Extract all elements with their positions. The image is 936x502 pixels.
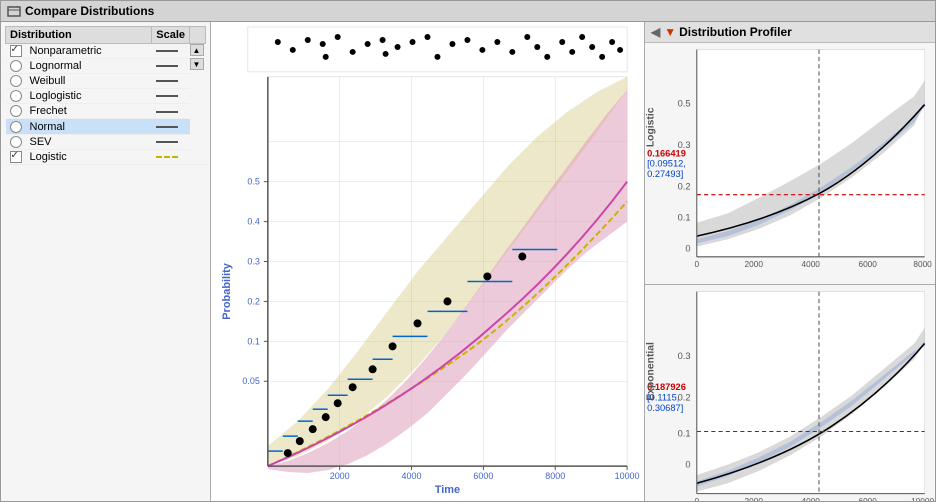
dist-radio-frechet[interactable]: [10, 105, 22, 117]
col-distribution: Distribution: [6, 27, 152, 44]
main-window: Compare Distributions Distribution Scale…: [0, 0, 936, 502]
dist-name-5: Normal: [26, 119, 152, 134]
collapse-icon[interactable]: ◀: [651, 25, 660, 39]
right-panel: ◀ ▼ Distribution Profiler: [645, 22, 935, 501]
scroll-down-button[interactable]: ▼: [190, 58, 204, 70]
dist-radio-normal[interactable]: [10, 121, 22, 133]
profiler-bottom-chart: 0.3 0.2 0.1 0 0 2000 4000 6000 10000: [645, 285, 935, 501]
profiler-header: ◀ ▼ Distribution Profiler: [645, 22, 935, 43]
svg-text:8000: 8000: [545, 471, 565, 481]
svg-text:10000: 10000: [615, 471, 640, 481]
svg-text:0.1: 0.1: [678, 213, 691, 223]
dist-scrollbar[interactable]: ▲▼: [190, 44, 206, 165]
profiler-content: 0.5 0.3 0.2 0.1 0 0 2000 4000 6000 8000: [645, 43, 935, 501]
dist-check-cell-6[interactable]: [6, 134, 26, 149]
dist-name-2: Weibull: [26, 74, 152, 89]
svg-text:0.4: 0.4: [247, 217, 259, 227]
center-panel: Probability: [211, 22, 645, 501]
dist-line-5: [152, 119, 190, 134]
svg-text:Time: Time: [435, 484, 460, 496]
svg-text:8000: 8000: [913, 260, 932, 269]
dropdown-icon[interactable]: ▼: [664, 25, 676, 39]
svg-text:6000: 6000: [858, 497, 877, 501]
logistic-profiler-svg: 0.5 0.3 0.2 0.1 0 0 2000 4000 6000 8000: [645, 43, 935, 284]
svg-text:2000: 2000: [330, 471, 350, 481]
svg-text:0.5: 0.5: [678, 99, 691, 109]
svg-text:0.1: 0.1: [247, 336, 259, 346]
profiler-top-chart: 0.5 0.3 0.2 0.1 0 0 2000 4000 6000 8000: [645, 43, 935, 285]
dist-radio-lognormal[interactable]: [10, 60, 22, 72]
scroll-up-button[interactable]: ▲: [190, 44, 204, 56]
left-panel: Distribution Scale Nonparametric▲▼Lognor…: [1, 22, 211, 501]
dist-check-cell-1[interactable]: [6, 59, 26, 74]
dist-line-2: [152, 74, 190, 89]
svg-text:4000: 4000: [802, 497, 821, 501]
svg-text:Exponential: Exponential: [645, 342, 656, 401]
dist-radio-weibull[interactable]: [10, 75, 22, 87]
svg-text:[0.09512,: [0.09512,: [647, 159, 686, 169]
dist-radio-loglogistic[interactable]: [10, 90, 22, 102]
dist-check-cell-4[interactable]: [6, 104, 26, 119]
distribution-table: Distribution Scale Nonparametric▲▼Lognor…: [5, 26, 206, 165]
dist-line-0: [152, 44, 190, 59]
svg-text:6000: 6000: [473, 471, 493, 481]
svg-text:0.05: 0.05: [242, 376, 259, 386]
dist-check-cell-5[interactable]: [6, 119, 26, 134]
title-icon: [7, 4, 21, 18]
dist-name-6: SEV: [26, 134, 152, 149]
svg-text:2000: 2000: [745, 260, 764, 269]
title-bar: Compare Distributions: [1, 1, 935, 22]
exponential-profiler-svg: 0.3 0.2 0.1 0 0 2000 4000 6000 10000: [645, 285, 935, 501]
dist-check-cell-3[interactable]: [6, 89, 26, 104]
dist-check-cell-7[interactable]: [6, 149, 26, 164]
window-title: Compare Distributions: [25, 4, 154, 18]
col-scale: Scale: [152, 27, 190, 44]
dist-name-7: Logistic: [26, 149, 152, 164]
svg-text:0: 0: [685, 460, 690, 470]
dist-name-1: Lognormal: [26, 59, 152, 74]
svg-text:10000: 10000: [911, 497, 934, 501]
dist-check-cell-0[interactable]: [6, 44, 26, 59]
dist-name-4: Frechet: [26, 104, 152, 119]
svg-text:0.2: 0.2: [247, 296, 259, 306]
svg-text:0.2: 0.2: [678, 181, 691, 191]
svg-text:Logistic: Logistic: [645, 107, 656, 147]
svg-text:0.5: 0.5: [247, 177, 259, 187]
dist-line-7: [152, 149, 190, 164]
dist-name-3: Loglogistic: [26, 89, 152, 104]
svg-text:0.3: 0.3: [247, 256, 259, 266]
svg-text:0.1: 0.1: [678, 429, 691, 439]
dist-checkbox-nonparametric[interactable]: [10, 45, 22, 57]
svg-text:4000: 4000: [402, 471, 422, 481]
dist-name-0: Nonparametric: [26, 44, 152, 59]
dist-checkbox-logistic[interactable]: [10, 151, 22, 163]
svg-text:Probability: Probability: [221, 262, 233, 320]
dist-check-cell-2[interactable]: [6, 74, 26, 89]
main-chart: Probability: [211, 22, 644, 501]
dist-line-4: [152, 104, 190, 119]
svg-text:2000: 2000: [745, 497, 764, 501]
svg-text:0.3: 0.3: [678, 351, 691, 361]
dist-line-6: [152, 134, 190, 149]
svg-text:6000: 6000: [858, 260, 877, 269]
svg-text:0.2: 0.2: [678, 393, 691, 403]
profiler-title: Distribution Profiler: [679, 25, 792, 39]
dist-line-1: [152, 59, 190, 74]
svg-text:0: 0: [685, 244, 690, 254]
svg-text:0.166419: 0.166419: [647, 148, 686, 158]
svg-text:0.30687]: 0.30687]: [647, 403, 683, 413]
svg-text:0: 0: [694, 497, 699, 501]
dist-radio-sev[interactable]: [10, 136, 22, 148]
svg-text:0: 0: [694, 260, 699, 269]
svg-text:0.27493]: 0.27493]: [647, 169, 683, 179]
svg-text:4000: 4000: [802, 260, 821, 269]
content-area: Distribution Scale Nonparametric▲▼Lognor…: [1, 22, 935, 501]
dist-line-3: [152, 89, 190, 104]
